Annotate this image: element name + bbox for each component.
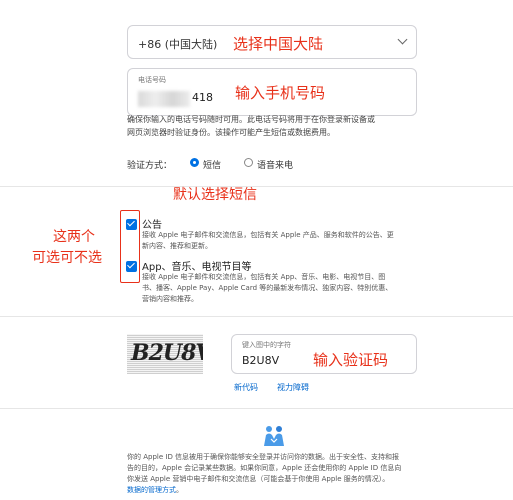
announcements-checkbox[interactable]	[126, 219, 137, 230]
announcements-description: 接收 Apple 电子邮件和交流信息，包括有关 Apple 产品、服务和软件的公…	[142, 230, 417, 252]
radio-voice[interactable]	[244, 158, 253, 167]
captcha-input-label: 键入图中的字符	[242, 341, 291, 349]
annotation-country: 选择中国大陆	[233, 35, 324, 53]
radio-sms-label[interactable]: 短信	[203, 158, 221, 171]
apps-music-description-line: 营销内容和推荐。	[142, 295, 198, 303]
phone-description-line: 网页浏览器时验证身份。该操作可能产生短信或数据费用。	[127, 128, 335, 137]
vision-impaired-link[interactable]: 视力障碍	[277, 382, 309, 393]
captcha-input-value: B2U8V	[242, 354, 280, 367]
announcements-description-line: 接收 Apple 电子邮件和交流信息，包括有关 Apple 产品、服务和软件的公…	[142, 231, 394, 239]
captcha-image: B2U8V	[127, 334, 203, 374]
privacy-footer-line: 数据的管理方式。	[127, 485, 427, 496]
apps-music-description: 接收 Apple 电子邮件和交流信息，包括有关 App、音乐、电影、电视节目、图…	[142, 272, 417, 305]
verify-method-label: 验证方式：	[127, 161, 173, 171]
phone-description-line: 确保你输入的电话号码随时可用。此电话号码将用于在你登录新设备或	[127, 115, 375, 124]
privacy-footer-line: 告的目的，Apple 会记录某些数据。如果你同意，Apple 还会使用你的 Ap…	[127, 464, 402, 472]
phone-number-label: 电话号码	[138, 76, 166, 84]
radio-sms[interactable]	[190, 158, 199, 167]
announcements-description-line: 新内容、推荐和更新。	[142, 242, 212, 250]
privacy-footer-end: 。	[176, 486, 183, 494]
phone-description: 确保你输入的电话号码随时可用。此电话号码将用于在你登录新设备或 网页浏览器时验证…	[127, 113, 427, 139]
apps-music-title: App、音乐、电视节目等	[142, 262, 252, 273]
apps-music-description-line: 书、播客、Apple Pay、Apple Card 等的最新发布情况、独家内容、…	[142, 284, 393, 292]
privacy-handshake-icon	[264, 426, 284, 446]
section-divider	[0, 316, 513, 317]
apps-music-checkbox[interactable]	[126, 261, 137, 272]
annotation-optional-line2: 可选可不选	[32, 250, 102, 266]
phone-number-redacted	[138, 91, 190, 107]
annotation-optional-line1: 这两个	[53, 229, 95, 245]
annotation-sms: 默认选择短信	[173, 187, 257, 203]
country-select-value: +86 (中国大陆)	[138, 38, 218, 51]
privacy-footer-line: 你发送 Apple 营销中电子邮件和交流信息（可能会基于你使用 Apple 服务…	[127, 475, 390, 483]
captcha-image-text: B2U8V	[131, 340, 203, 366]
privacy-footer-line: 你的 Apple ID 信息被用于确保你能够安全登录并访问你的数据。出于安全性、…	[127, 453, 400, 461]
annotation-phone: 输入手机号码	[235, 84, 326, 102]
apple-id-form: +86 (中国大陆) 选择中国大陆 电话号码 418 输入手机号码 确保你输入的…	[0, 0, 513, 500]
announcements-title: 公告	[142, 220, 162, 231]
data-management-link[interactable]: 数据的管理方式	[127, 486, 176, 494]
new-code-link[interactable]: 新代码	[234, 382, 258, 393]
privacy-footer: 你的 Apple ID 信息被用于确保你能够安全登录并访问你的数据。出于安全性、…	[127, 452, 427, 496]
apps-music-description-line: 接收 Apple 电子邮件和交流信息，包括有关 App、音乐、电影、电视节目、图	[142, 273, 386, 281]
annotation-captcha: 输入验证码	[313, 351, 389, 369]
radio-voice-label[interactable]: 语音来电	[257, 158, 293, 171]
chevron-down-icon	[397, 34, 408, 45]
section-divider	[0, 408, 513, 409]
phone-number-suffix: 418	[192, 91, 213, 104]
